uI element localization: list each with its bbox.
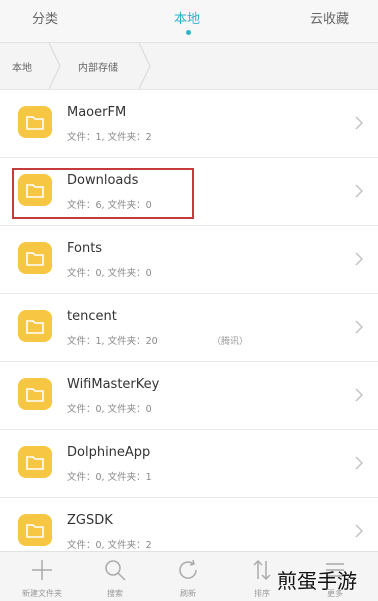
file-note: （腾讯） (212, 337, 249, 347)
tab-local[interactable]: 本地 (174, 8, 200, 27)
list-item[interactable]: WifiMasterKey 文件：0, 文件夹：0 (0, 362, 378, 430)
new-folder-button[interactable]: 新建文件夹 (12, 552, 72, 601)
top-tab-bar: 分类 本地 云收藏 (0, 0, 378, 43)
file-meta: 文件：1, 文件夹：20 (67, 336, 158, 347)
file-name: Fonts (67, 241, 103, 256)
highlight-box (12, 168, 194, 219)
search-label: 搜索 (107, 589, 123, 598)
file-name: ZGSDK (67, 513, 113, 528)
search-button[interactable]: 搜索 (85, 552, 145, 601)
folder-icon (18, 106, 52, 138)
tab-category[interactable]: 分类 (32, 8, 58, 27)
chevron-right-icon (355, 184, 364, 198)
folder-icon (18, 310, 52, 342)
chevron-right-icon (355, 116, 364, 130)
sort-icon (253, 559, 271, 581)
folder-icon (18, 514, 52, 546)
file-meta: 文件：0, 文件夹：1 (67, 472, 152, 483)
search-icon (105, 560, 126, 581)
breadcrumb-internal-storage[interactable]: 内部存储 (78, 59, 118, 74)
refresh-icon (179, 559, 197, 579)
refresh-label: 刷新 (180, 589, 196, 598)
file-meta: 文件：0, 文件夹：0 (67, 404, 152, 415)
folder-icon (18, 242, 52, 274)
file-meta: 文件：1, 文件夹：2 (67, 132, 152, 143)
file-name: MaoerFM (67, 105, 127, 120)
watermark: 煎蛋手游 (277, 569, 357, 593)
folder-icon (18, 378, 52, 410)
chevron-right-icon (355, 456, 364, 470)
breadcrumb-local[interactable]: 本地 (12, 59, 32, 74)
tab-cloud-favorites[interactable]: 云收藏 (310, 8, 349, 27)
file-meta: 文件：0, 文件夹：2 (67, 540, 152, 551)
file-name: WifiMasterKey (67, 377, 160, 392)
chevron-right-icon (355, 524, 364, 538)
new-folder-label: 新建文件夹 (22, 589, 62, 598)
chevron-right-icon (355, 388, 364, 402)
refresh-button[interactable]: 刷新 (158, 552, 218, 601)
chevron-right-icon (355, 252, 364, 266)
chevron-right-icon (355, 320, 364, 334)
plus-icon (32, 560, 52, 580)
breadcrumb: 本地 内部存储 (0, 43, 378, 90)
file-name: tencent (67, 309, 117, 324)
file-name: DolphineApp (67, 445, 151, 460)
folder-icon (18, 446, 52, 478)
breadcrumb-separator-icon (48, 43, 61, 89)
list-item[interactable]: tencent 文件：1, 文件夹：20 （腾讯） (0, 294, 378, 362)
list-item[interactable]: MaoerFM 文件：1, 文件夹：2 (0, 90, 378, 158)
list-item[interactable]: DolphineApp 文件：0, 文件夹：1 (0, 430, 378, 498)
file-meta: 文件：0, 文件夹：0 (67, 268, 152, 279)
active-tab-indicator (186, 30, 191, 35)
breadcrumb-separator-icon (138, 43, 151, 89)
list-item[interactable]: Fonts 文件：0, 文件夹：0 (0, 226, 378, 294)
